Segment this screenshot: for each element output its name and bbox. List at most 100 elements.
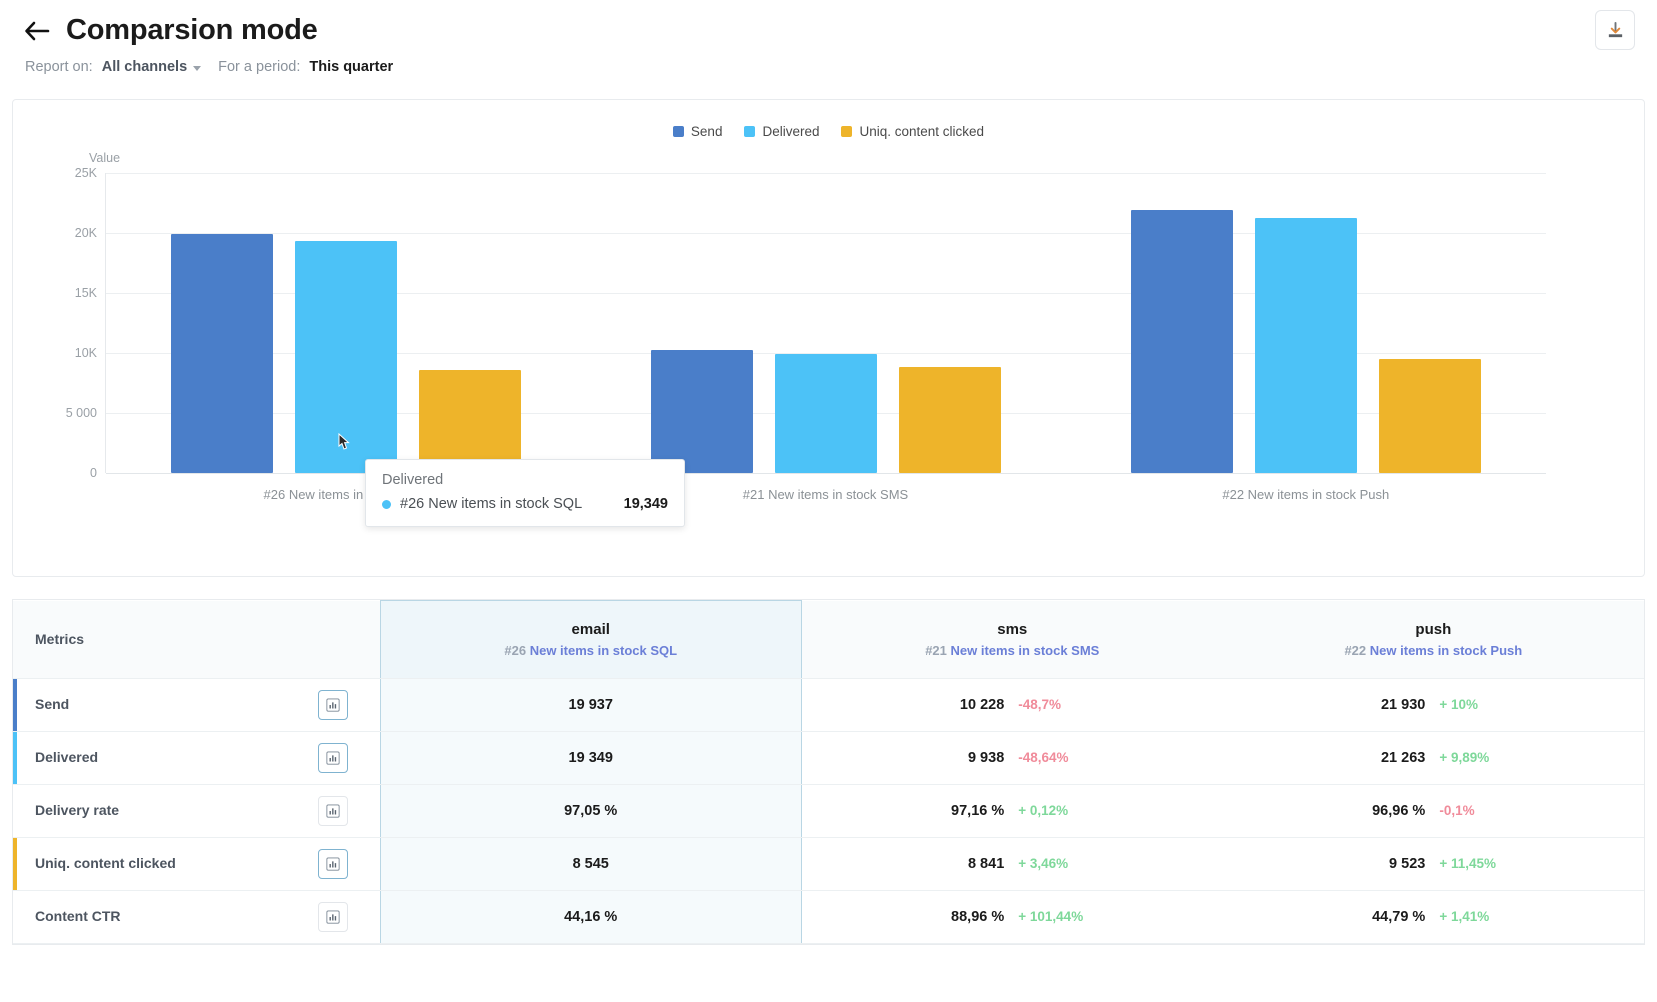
metric-cell: Uniq. content clicked [13, 837, 381, 891]
bar[interactable] [1131, 209, 1233, 473]
column-channel-name: push [1415, 620, 1452, 638]
legend-item-delivered[interactable]: Delivered [744, 124, 819, 139]
cell-number: 96,96 % [1372, 803, 1426, 819]
cell-sms-value: 8 841 + 3,46% [801, 837, 1223, 891]
campaign-link[interactable]: New items in stock Push [1370, 643, 1522, 658]
row-chart-toggle-button[interactable] [317, 849, 348, 879]
campaign-link[interactable]: New items in stock SQL [530, 643, 677, 658]
cell-delta: + 101,44% [1018, 909, 1084, 924]
plot-wrap: Value 25K 20K 15K 10K 5 000 0 #26 New items i… [13, 149, 1644, 527]
bar[interactable] [651, 350, 753, 473]
chart-card: Send Delivered Uniq. content clicked Val… [12, 99, 1645, 577]
cell-sms-value: 97,16 % + 0,12% [801, 784, 1223, 838]
cell-number: 8 841 [967, 856, 1005, 872]
table-row: Send 19 937 10 228 -48,7% 21 930 + 10% [13, 678, 1644, 732]
page-title: Comparsion mode [66, 14, 318, 46]
y-axis-tick: 15K [74, 286, 97, 300]
table-body: Send 19 937 10 228 -48,7% 21 930 + 10% Deliver… [13, 678, 1644, 944]
cell-email-value: 19 349 [379, 731, 802, 785]
arrow-left-icon[interactable] [22, 16, 52, 46]
channel-dropdown-value: All channels [101, 59, 188, 75]
metric-accent-bar [13, 679, 17, 731]
metric-cell: Send [13, 678, 381, 732]
legend-item-uniq-content-clicked[interactable]: Uniq. content clicked [841, 124, 984, 139]
legend-label: Delivered [762, 124, 820, 139]
legend-swatch-icon [672, 126, 684, 137]
tooltip-series-dot-icon [382, 499, 391, 509]
y-axis-tick: 20K [74, 226, 97, 240]
row-chart-toggle-button[interactable] [317, 796, 348, 826]
metric-accent-bar [13, 838, 17, 890]
bar-group [1066, 173, 1546, 473]
x-axis-labels: #26 New items in stock SQL #21 New items … [105, 487, 1546, 502]
chevron-down-icon [193, 65, 202, 71]
period-value[interactable]: This quarter [309, 59, 393, 75]
campaign-number: #22 [1344, 642, 1367, 658]
column-header-email[interactable]: email #26 New items in stock SQL [379, 600, 802, 679]
legend-swatch-icon [744, 126, 756, 137]
cell-push-value: 21 263 + 9,89% [1222, 731, 1644, 785]
tooltip-title: Delivered [382, 472, 444, 488]
cell-number: 21 263 [1380, 750, 1426, 766]
title-row: Comparsion mode [22, 14, 1635, 47]
y-axis-tick: 25K [74, 166, 97, 180]
cell-sms-value: 10 228 -48,7% [801, 678, 1223, 732]
bar[interactable] [1379, 358, 1481, 473]
metric-cell: Delivery rate [13, 784, 381, 838]
cell-delta: + 1,41% [1439, 909, 1490, 924]
cell-delta: + 10% [1439, 697, 1478, 712]
legend-label: Send [690, 124, 723, 139]
column-header-push[interactable]: push #22 New items in stock Push [1222, 600, 1644, 679]
table-row: Delivery rate 97,05 % 97,16 % + 0,12% 96,96 … [13, 784, 1644, 838]
cell-delta: + 0,12% [1018, 803, 1069, 818]
cell-number: 9 938 [967, 750, 1005, 766]
cell-email-value: 97,05 % [379, 784, 802, 838]
y-axis-tick: 5 000 [65, 406, 97, 420]
cell-number: 21 930 [1380, 697, 1426, 713]
bar[interactable] [171, 233, 273, 473]
period-label: For a period: [218, 59, 301, 75]
bar-chart-icon [326, 910, 340, 924]
bar[interactable] [899, 366, 1001, 473]
download-button[interactable] [1595, 10, 1635, 50]
row-chart-toggle-button[interactable] [317, 690, 348, 720]
row-chart-toggle-button[interactable] [317, 743, 348, 773]
bar-group [106, 173, 586, 473]
campaign-number: #21 [925, 642, 947, 658]
chart-legend: Send Delivered Uniq. content clicked [13, 100, 1644, 139]
download-icon [1608, 21, 1622, 37]
metric-name: Delivered [35, 749, 99, 765]
metrics-table-card: Metrics email #26 New items in stock SQL… [12, 599, 1645, 945]
column-channel-name: email [571, 621, 610, 638]
cell-push-value: 44,79 % + 1,41% [1222, 890, 1644, 944]
metric-accent-bar [13, 732, 17, 784]
metric-name: Uniq. content clicked [35, 855, 176, 871]
y-axis-tick: 10K [74, 346, 97, 360]
cell-push-value: 21 930 + 10% [1222, 678, 1644, 732]
bar-groups [106, 173, 1546, 473]
metric-cell: Delivered [13, 731, 381, 785]
tooltip-label: #26 New items in stock SQL [400, 496, 583, 512]
bar[interactable] [419, 370, 521, 473]
y-axis: 25K 20K 15K 10K 5 000 0 [13, 166, 105, 480]
y-axis-tick: 0 [90, 466, 97, 480]
table-head: Metrics email #26 New items in stock SQL… [13, 600, 1644, 679]
metrics-table: Metrics email #26 New items in stock SQL… [13, 600, 1644, 944]
column-channel-name: sms [997, 620, 1028, 638]
cell-number: 10 228 [959, 697, 1005, 713]
metric-name: Send [35, 696, 70, 712]
legend-item-send[interactable]: Send [672, 124, 723, 139]
campaign-link[interactable]: New items in stock SMS [951, 643, 1100, 658]
bar-group [586, 173, 1066, 473]
cell-email-value: 8 545 [379, 837, 802, 891]
cell-delta: + 9,89% [1439, 750, 1490, 765]
column-header-sms[interactable]: sms #21 New items in stock SMS [801, 600, 1223, 679]
channel-dropdown[interactable]: All channels [101, 59, 202, 75]
gridline [106, 473, 1546, 474]
table-row: Uniq. content clicked 8 545 8 841 + 3,46% 9 … [13, 837, 1644, 891]
bar[interactable] [775, 353, 877, 473]
legend-swatch-icon [841, 126, 853, 137]
row-chart-toggle-button[interactable] [317, 902, 348, 932]
bar[interactable] [1255, 217, 1357, 473]
x-axis-label: #22 New items in stock Push [1222, 487, 1390, 502]
